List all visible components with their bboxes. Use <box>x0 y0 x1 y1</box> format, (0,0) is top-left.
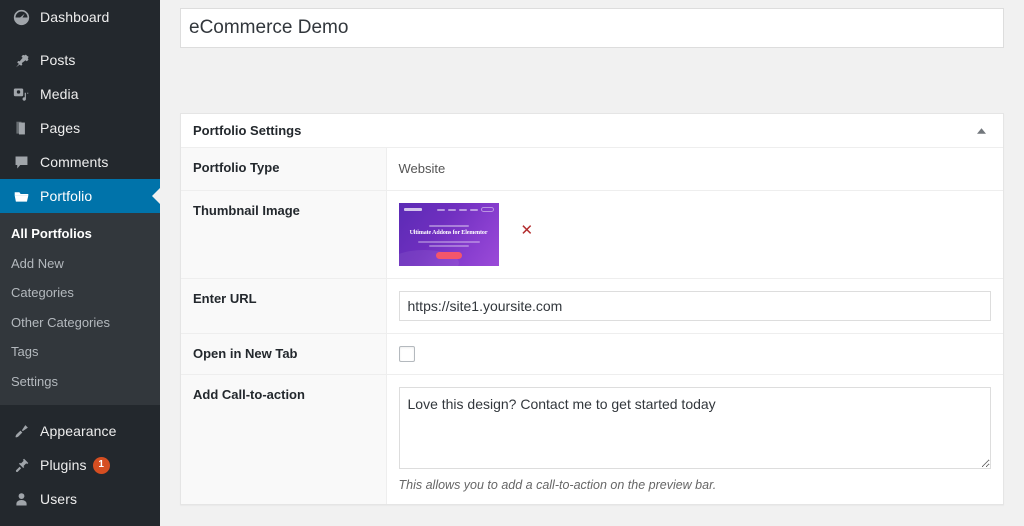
row-label-url: Enter URL <box>181 278 387 334</box>
portfolio-settings-panel: Portfolio Settings Portfolio Type Websit… <box>180 113 1004 506</box>
chevron-up-icon[interactable] <box>971 121 991 141</box>
comment-icon <box>11 152 31 172</box>
sidebar-item-appearance[interactable]: Appearance <box>0 414 160 448</box>
user-icon <box>11 489 31 509</box>
dashboard-icon <box>11 7 31 27</box>
open-in-new-tab-checkbox[interactable] <box>398 346 415 363</box>
portfolio-icon <box>11 186 31 206</box>
cta-help-text: This allows you to add a call-to-action … <box>398 478 717 493</box>
sidebar-item-label: Pages <box>40 120 81 136</box>
remove-x-icon[interactable]: ✕ <box>521 223 534 238</box>
thumbnail-subtext-line-1 <box>417 241 480 244</box>
table-row-new-tab: Open in New Tab <box>181 333 1003 375</box>
table-row-cta: Add Call-to-action Love this design? Con… <box>181 374 1003 505</box>
portfolio-type-value: Website <box>398 161 446 176</box>
admin-screen: Dashboard Posts Media Pages Comments Por… <box>0 0 1024 526</box>
row-label-new-tab: Open in New Tab <box>181 333 387 375</box>
thumbnail-headline: Ultimate Addons for Elementor <box>409 230 488 237</box>
sidebar-item-label: Appearance <box>40 423 117 440</box>
sidebar-item-label: Portfolio <box>40 188 93 204</box>
table-row-portfolio-type: Portfolio Type Website <box>181 148 1003 191</box>
submenu-item-categories[interactable]: Categories <box>0 278 160 308</box>
admin-sidebar: Dashboard Posts Media Pages Comments Por… <box>0 0 160 526</box>
media-icon <box>11 84 31 104</box>
pages-icon <box>11 118 31 138</box>
thumbnail-nav <box>403 207 494 213</box>
thumbnail-subtext-line-2 <box>428 245 469 248</box>
url-input[interactable] <box>398 291 991 322</box>
submenu-item-all-portfolios[interactable]: All Portfolios <box>0 219 160 249</box>
post-title-input[interactable] <box>180 8 1004 48</box>
call-to-action-textarea[interactable]: Love this design? Contact me to get star… <box>398 387 991 470</box>
sidebar-item-dashboard[interactable]: Dashboard <box>0 0 160 34</box>
sidebar-item-posts[interactable]: Posts <box>0 43 160 77</box>
sidebar-item-pages[interactable]: Pages <box>0 111 160 145</box>
sidebar-item-plugins[interactable]: Plugins 1 <box>0 448 160 482</box>
thumbnail-eyebrow <box>428 225 469 228</box>
menu-separator <box>0 405 160 414</box>
submenu-item-other-categories[interactable]: Other Categories <box>0 308 160 338</box>
row-label-thumbnail: Thumbnail Image <box>181 190 387 279</box>
sidebar-item-users[interactable]: Users <box>0 482 160 516</box>
sidebar-item-portfolio[interactable]: Portfolio <box>0 179 160 213</box>
row-label-portfolio-type: Portfolio Type <box>181 148 387 191</box>
portfolio-submenu: All Portfolios Add New Categories Other … <box>0 213 160 406</box>
sidebar-item-label: Dashboard <box>40 9 110 25</box>
panel-header[interactable]: Portfolio Settings <box>181 114 1003 148</box>
submenu-item-tags[interactable]: Tags <box>0 337 160 367</box>
brush-icon <box>11 421 31 441</box>
thumbnail-preview-image[interactable]: Ultimate Addons for Elementor <box>398 203 499 267</box>
sidebar-item-comments[interactable]: Comments <box>0 145 160 179</box>
sidebar-item-label: Posts <box>40 52 76 68</box>
thumbnail-cta-button <box>435 252 462 260</box>
thumbnail-nav-button <box>480 207 494 213</box>
sidebar-item-label: Users <box>40 491 78 508</box>
thumbnail-logo <box>403 208 422 212</box>
submenu-item-settings[interactable]: Settings <box>0 367 160 397</box>
table-row-url: Enter URL <box>181 278 1003 334</box>
sidebar-item-label: Media <box>40 86 79 102</box>
submenu-item-add-new[interactable]: Add New <box>0 249 160 279</box>
table-row-thumbnail: Thumbnail Image Ultimate Addons for Elem… <box>181 190 1003 279</box>
menu-separator <box>0 34 160 43</box>
thumbnail-nav-links <box>436 207 494 213</box>
sidebar-item-media[interactable]: Media <box>0 77 160 111</box>
plug-icon <box>11 455 31 475</box>
sidebar-item-label: Plugins <box>40 457 87 474</box>
main-content: Portfolio Settings Portfolio Type Websit… <box>160 0 1024 526</box>
sidebar-item-tools[interactable]: Tools <box>0 516 160 526</box>
panel-title: Portfolio Settings <box>193 123 302 138</box>
sidebar-item-label: Comments <box>40 154 109 170</box>
thumbnail-row: Ultimate Addons for Elementor ✕ <box>398 203 992 267</box>
row-label-cta: Add Call-to-action <box>181 374 387 505</box>
plugins-update-badge: 1 <box>92 456 110 474</box>
portfolio-settings-table: Portfolio Type Website Thumbnail Image U… <box>181 148 1003 505</box>
pin-icon <box>11 50 31 70</box>
